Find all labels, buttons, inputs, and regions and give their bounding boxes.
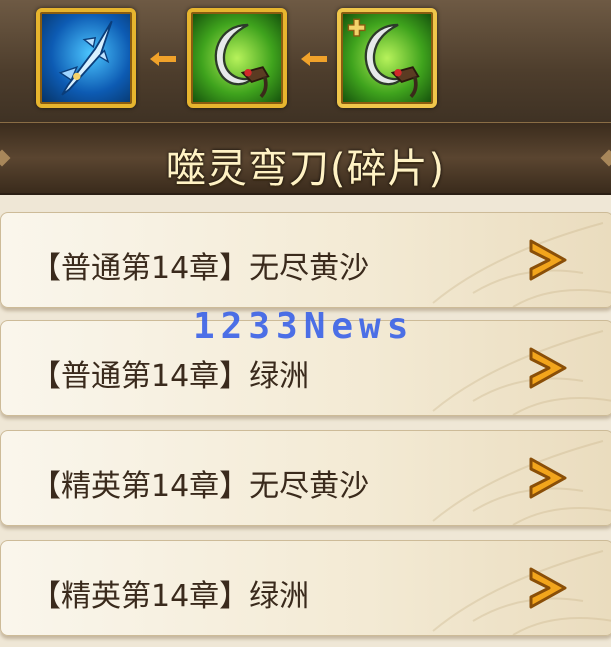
drop-source-row[interactable]: 【普通第14章】无尽黄沙 [0, 212, 611, 308]
go-arrow-icon[interactable] [525, 563, 571, 613]
leaf-ornament-icon [432, 330, 611, 415]
spear-icon [58, 20, 113, 96]
left-arrow-icon [301, 52, 327, 66]
go-arrow-icon[interactable] [525, 343, 571, 393]
left-arrow-icon [150, 52, 176, 66]
curved-blade-icon [214, 23, 270, 98]
equipment-slot-spear[interactable] [36, 8, 136, 108]
leaf-ornament-icon [432, 222, 611, 307]
drop-source-label: 【精英第14章】绿洲 [31, 579, 310, 614]
equipment-slot-blade[interactable] [187, 8, 287, 108]
go-arrow-icon[interactable] [525, 235, 571, 285]
leaf-ornament-icon [432, 440, 611, 525]
drop-source-label: 【精英第14章】无尽黄沙 [31, 469, 370, 504]
drop-source-row[interactable]: 【精英第14章】无尽黄沙 [0, 430, 611, 526]
item-title-bar: 噬灵弯刀(碎片) [0, 122, 611, 195]
equipment-chain-bar [0, 0, 611, 134]
drop-source-label: 【普通第14章】无尽黄沙 [31, 251, 370, 286]
go-arrow-icon[interactable] [525, 453, 571, 503]
curved-blade-fragment-icon [347, 18, 420, 98]
equipment-slot-blade-fragment[interactable] [337, 8, 437, 108]
item-title: 噬灵弯刀(碎片) [165, 146, 446, 192]
leaf-ornament-icon [432, 550, 611, 635]
drop-source-label: 【普通第14章】绿洲 [31, 359, 310, 394]
drop-source-row[interactable]: 【精英第14章】绿洲 [0, 540, 611, 636]
watermark: 1233News [193, 306, 415, 347]
